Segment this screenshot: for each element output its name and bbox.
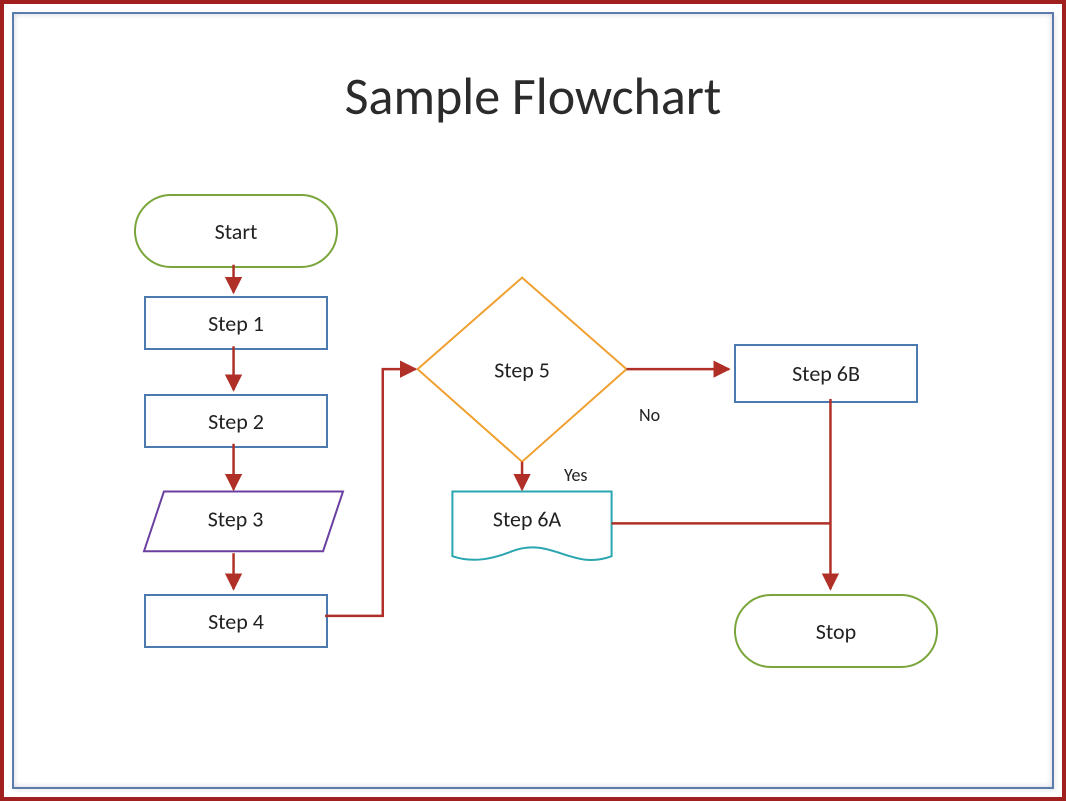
node-step6b-label: Step 6B [792,360,860,387]
node-step5: Step 5 [418,278,627,462]
inner-frame: Sample Flowchart Start Step 1 Step 2 Ste… [12,12,1054,789]
diagram-title: Sample Flowchart [14,64,1052,128]
branch-yes-label: Yes [564,464,587,486]
node-start-label: Start [215,218,258,245]
node-step4: Step 4 [144,594,328,648]
node-step6b: Step 6B [734,344,918,403]
node-step6a: Step 6A [452,492,611,560]
node-stop-label: Stop [816,618,856,645]
node-step2-label: Step 2 [208,408,264,435]
node-step2: Step 2 [144,394,328,448]
branch-no-label: No [639,404,660,426]
node-step3: Step 3 [144,492,343,552]
node-start: Start [134,194,338,268]
node-step1-label: Step 1 [208,310,264,337]
edge-step4-step5 [325,369,416,616]
node-step3-label: Step 3 [208,506,264,533]
node-stop: Stop [734,594,938,668]
outer-frame: Sample Flowchart Start Step 1 Step 2 Ste… [0,0,1066,801]
node-step6a-label: Step 6A [493,506,562,533]
node-step4-label: Step 4 [208,608,264,635]
node-step5-label: Step 5 [494,356,550,383]
node-step1: Step 1 [144,296,328,350]
